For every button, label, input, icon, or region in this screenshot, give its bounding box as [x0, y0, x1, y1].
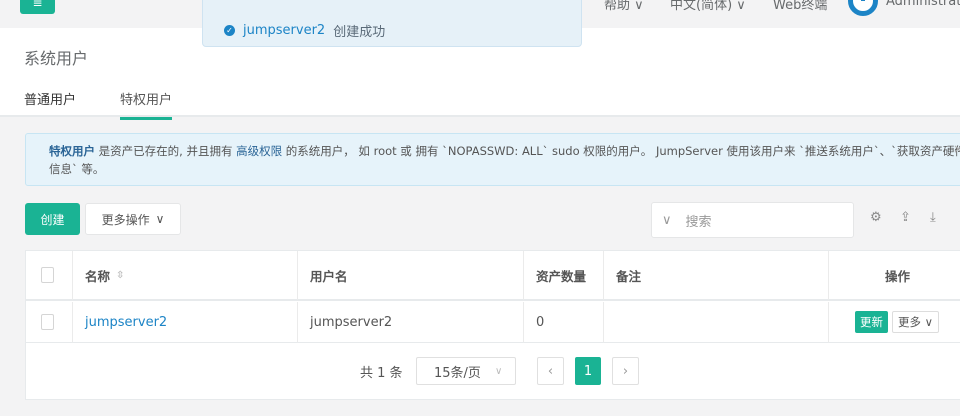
row-comment: [604, 302, 829, 343]
chevron-down-icon[interactable]: ∨: [662, 213, 672, 228]
search-placeholder: 搜索: [685, 214, 712, 230]
check-circle-icon: ✓: [224, 25, 235, 36]
web-terminal-link[interactable]: Web终端: [773, 0, 827, 13]
header-assets: 资产数量: [524, 251, 604, 301]
system-users-table: 名称 ⇳ 用户名 资产数量 备注 操作 jumpserver2 jumpserve…: [25, 250, 960, 400]
gear-icon[interactable]: ⚙: [870, 210, 882, 225]
row-more-button[interactable]: 更多 ∨: [892, 311, 940, 333]
header-actions: 操作: [829, 251, 960, 301]
language-label: 中文(简体): [670, 0, 733, 13]
row-checkbox[interactable]: [26, 302, 73, 343]
alert-close-icon[interactable]: ×: [953, 142, 960, 156]
help-menu[interactable]: 帮助 ∨: [604, 0, 644, 13]
menu-icon: ≡: [32, 0, 43, 10]
next-page-button[interactable]: ›: [612, 357, 639, 385]
create-button[interactable]: 创建: [25, 203, 80, 235]
toast-message: 创建成功: [333, 25, 386, 40]
toast-name: jumpserver2: [243, 23, 326, 38]
page-1-button[interactable]: 1: [575, 357, 601, 385]
total-count: 共 1 条: [360, 366, 403, 381]
header-username: 用户名: [298, 251, 524, 301]
row-actions: 更新 更多 ∨: [829, 302, 960, 343]
success-toast: ✓ jumpserver2 创建成功: [202, 0, 582, 47]
tab-privileged-users[interactable]: 特权用户: [120, 89, 173, 120]
update-button[interactable]: 更新: [855, 311, 888, 333]
chevron-down-icon: ∨: [494, 365, 503, 377]
alert-highlight: 高级权限: [236, 144, 283, 158]
header-label: 名称: [85, 268, 111, 284]
help-label: 帮助: [604, 0, 631, 13]
select-all-checkbox[interactable]: [26, 251, 73, 301]
chevron-down-icon: ∨: [155, 212, 165, 226]
row-name-link[interactable]: jumpserver2: [73, 302, 298, 343]
alert-text: 是资产已存在的, 并且拥有: [95, 144, 237, 158]
download-icon[interactable]: ⤓: [930, 210, 936, 225]
page-title: 系统用户: [24, 49, 89, 68]
user-menu[interactable]: Administrator: [886, 0, 960, 9]
header-comment: 备注: [604, 251, 829, 301]
info-alert: 特权用户 是资产已存在的, 并且拥有 高级权限 的系统用户， 如 root 或 …: [25, 133, 960, 186]
upload-icon[interactable]: ⇪: [900, 210, 911, 225]
language-menu[interactable]: 中文(简体) ∨: [670, 0, 746, 13]
tab-normal-users[interactable]: 普通用户: [24, 89, 76, 117]
page-size-label: 15条/页: [434, 365, 481, 381]
row-more-label: 更多: [898, 315, 921, 329]
sort-icon[interactable]: ⇳: [116, 270, 124, 281]
page-size-select[interactable]: 15条/页 ∨: [416, 357, 516, 385]
alert-strong: 特权用户: [49, 144, 95, 158]
header-name[interactable]: 名称 ⇳: [73, 251, 298, 301]
row-assets: 0: [524, 302, 604, 343]
search-input[interactable]: ∨ 搜索: [651, 202, 854, 238]
more-actions-button[interactable]: 更多操作 ∨: [85, 203, 181, 235]
more-actions-label: 更多操作: [101, 212, 150, 227]
menu-toggle-button[interactable]: ≡: [20, 0, 55, 14]
row-username: jumpserver2: [298, 302, 524, 343]
prev-page-button[interactable]: ‹: [537, 357, 564, 385]
